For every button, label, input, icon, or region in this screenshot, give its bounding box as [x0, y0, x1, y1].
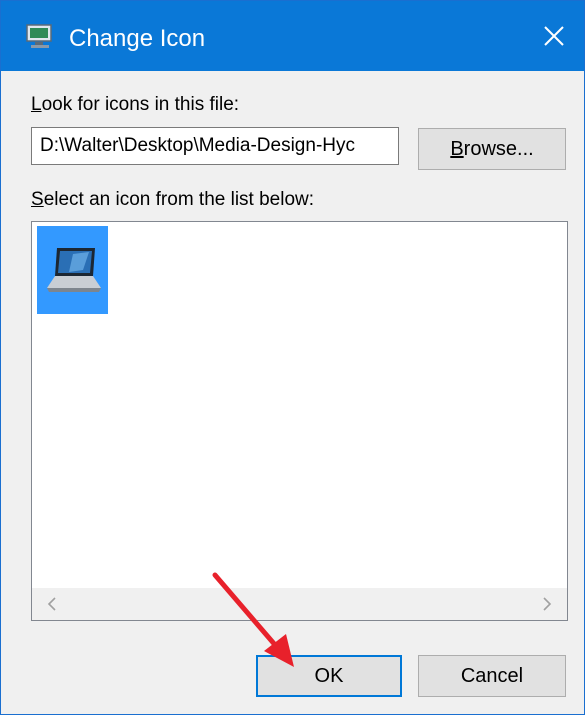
- horizontal-scrollbar[interactable]: [32, 588, 567, 620]
- browse-button[interactable]: Browse...: [418, 128, 566, 170]
- dialog-title: Change Icon: [69, 25, 206, 52]
- browse-accelerator: B: [450, 137, 464, 160]
- icon-list-label: Select an icon from the list below:: [31, 189, 314, 211]
- list-item[interactable]: [37, 226, 108, 314]
- change-icon-dialog: Change Icon Look for icons in this file:…: [0, 0, 585, 715]
- close-icon: [544, 26, 564, 46]
- file-path-input[interactable]: D:\Walter\Desktop\Media-Design-Hyc: [31, 127, 399, 165]
- laptop-icon: [46, 248, 101, 292]
- close-button[interactable]: [524, 1, 584, 71]
- file-path-label: Look for icons in this file:: [31, 94, 239, 116]
- scroll-right-button[interactable]: [531, 588, 563, 620]
- scroll-left-button[interactable]: [36, 588, 68, 620]
- browse-label: rowse...: [463, 137, 534, 160]
- icon-list[interactable]: [31, 221, 568, 621]
- icon-list-label-accelerator: S: [31, 189, 44, 210]
- chevron-right-icon: [543, 597, 552, 611]
- title-bar[interactable]: Change Icon: [1, 1, 584, 71]
- file-path-label-text: ook for icons in this file:: [41, 94, 240, 115]
- ok-button[interactable]: OK: [256, 655, 402, 697]
- chevron-left-icon: [47, 597, 56, 611]
- cancel-button[interactable]: Cancel: [418, 655, 566, 697]
- file-path-label-accelerator: L: [31, 94, 42, 115]
- monitor-icon: [26, 24, 52, 48]
- icon-list-label-text: elect an icon from the list below:: [43, 189, 315, 210]
